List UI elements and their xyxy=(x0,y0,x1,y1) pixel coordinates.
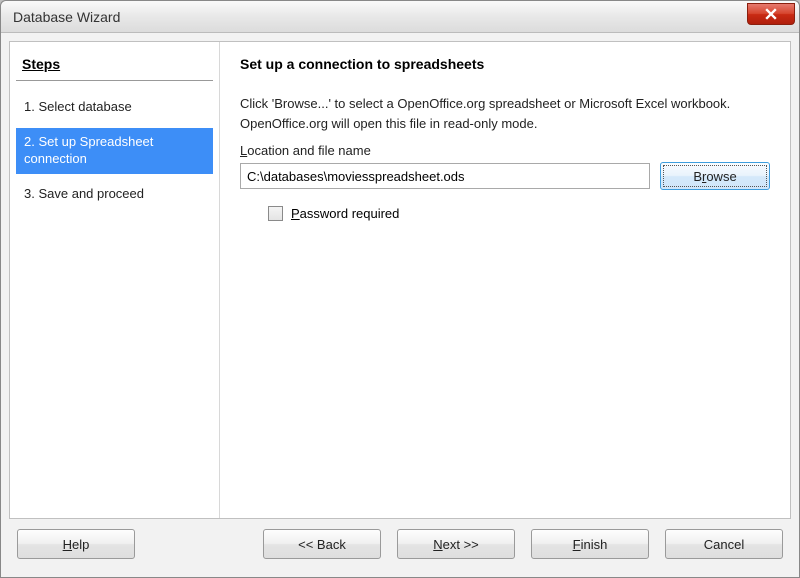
browse-button[interactable]: Browse xyxy=(660,162,770,190)
file-row: Browse xyxy=(240,162,770,190)
dialog-window: Database Wizard Steps 1. Select database… xyxy=(0,0,800,578)
back-button[interactable]: << Back xyxy=(263,529,381,559)
main-panel: Steps 1. Select database 2. Set up Sprea… xyxy=(9,41,791,519)
step-spreadsheet-connection[interactable]: 2. Set up Spreadsheet connection xyxy=(16,128,213,174)
instructions: Click 'Browse...' to select a OpenOffice… xyxy=(240,94,770,133)
steps-sidebar: Steps 1. Select database 2. Set up Sprea… xyxy=(10,42,220,518)
panel-title: Set up a connection to spreadsheets xyxy=(240,56,770,72)
password-label: Password required xyxy=(291,206,399,221)
steps-header: Steps xyxy=(16,52,213,81)
cancel-button[interactable]: Cancel xyxy=(665,529,783,559)
close-icon xyxy=(765,8,777,20)
right-panel: Set up a connection to spreadsheets Clic… xyxy=(220,42,790,518)
instruction-line-1: Click 'Browse...' to select a OpenOffice… xyxy=(240,94,770,114)
instruction-line-2: OpenOffice.org will open this file in re… xyxy=(240,114,770,134)
password-checkbox[interactable] xyxy=(268,206,283,221)
step-select-database[interactable]: 1. Select database xyxy=(16,93,213,122)
titlebar: Database Wizard xyxy=(1,1,799,33)
location-label: Location and file name xyxy=(240,143,770,158)
window-title: Database Wizard xyxy=(13,9,120,25)
button-bar: Help << Back Next >> Finish Cancel xyxy=(9,519,791,569)
step-save-proceed[interactable]: 3. Save and proceed xyxy=(16,180,213,209)
close-button[interactable] xyxy=(747,3,795,25)
next-button[interactable]: Next >> xyxy=(397,529,515,559)
password-checkbox-row[interactable]: Password required xyxy=(268,206,770,221)
content-area: Steps 1. Select database 2. Set up Sprea… xyxy=(1,33,799,577)
file-path-input[interactable] xyxy=(240,163,650,189)
help-button[interactable]: Help xyxy=(17,529,135,559)
finish-button[interactable]: Finish xyxy=(531,529,649,559)
